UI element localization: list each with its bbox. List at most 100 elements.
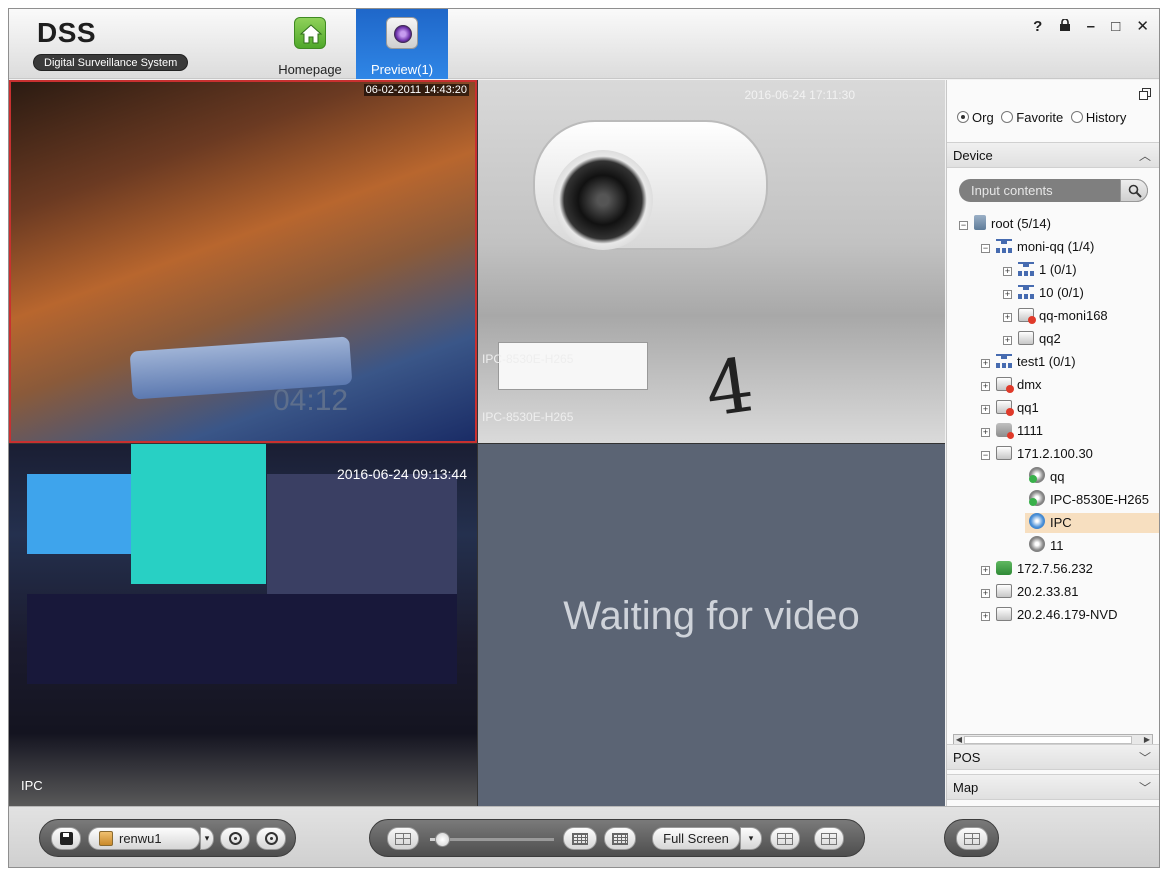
- expand-icon[interactable]: +: [981, 612, 990, 621]
- video-window-3[interactable]: 2016-06-24 09:13:44 IPC: [9, 444, 477, 806]
- layout-slider-knob[interactable]: [435, 832, 450, 847]
- tab-preview[interactable]: Preview(1): [356, 9, 448, 79]
- video-window-1[interactable]: 04:12 06-02-2011 14:43:20: [9, 80, 477, 443]
- accordion-map[interactable]: Map ﹀: [947, 774, 1159, 800]
- video-timestamp-3: 2016-06-24 09:13:44: [337, 466, 467, 482]
- device-icon: [996, 607, 1012, 621]
- device-icon: [996, 446, 1012, 460]
- task-dropdown-button[interactable]: ▾: [200, 827, 214, 850]
- scrollbar-thumb[interactable]: [964, 736, 1132, 744]
- collapse-icon[interactable]: −: [981, 244, 990, 253]
- preview-camera-icon: [386, 17, 418, 49]
- custom-layout-icon: [612, 833, 628, 845]
- tree-node-test1[interactable]: + test1 (0/1): [981, 352, 1076, 372]
- org-group-icon: [996, 239, 1012, 253]
- task-select-button[interactable]: renwu1: [88, 827, 200, 850]
- accordion-device[interactable]: Device ︿: [947, 142, 1159, 168]
- video-channel-label-2a: IPC-8530E-H265: [482, 352, 574, 366]
- fullscreen-dropdown-button[interactable]: ▾: [740, 827, 762, 850]
- minimize-icon[interactable]: –: [1087, 18, 1095, 35]
- tree-node-171-2-100-30[interactable]: − 171.2.100.30: [981, 444, 1093, 464]
- tree-node-channel-ipc-selected[interactable]: IPC: [1025, 513, 1159, 533]
- accordion-pos-label: POS: [953, 750, 981, 765]
- tree-node-label: qq: [1050, 469, 1065, 484]
- tree-node-label: qq2: [1039, 331, 1061, 346]
- expand-icon[interactable]: +: [981, 359, 990, 368]
- expand-icon[interactable]: +: [981, 428, 990, 437]
- expand-icon[interactable]: +: [981, 589, 990, 598]
- expand-icon[interactable]: +: [1003, 313, 1012, 322]
- toolbar-group-task: renwu1 ▾: [39, 819, 296, 857]
- tree-node-root[interactable]: − root (5/14): [959, 214, 1051, 234]
- accordion-pos[interactable]: POS ﹀: [947, 744, 1159, 770]
- tab-preview-label: Preview(1): [370, 62, 434, 77]
- radio-org-label: Org: [972, 110, 994, 125]
- tree-node-dmx[interactable]: + dmx: [981, 375, 1042, 395]
- search-icon: [1128, 184, 1142, 198]
- save-view-button[interactable]: [51, 827, 81, 850]
- expand-icon[interactable]: +: [1003, 267, 1012, 276]
- help-icon[interactable]: ?: [1033, 18, 1042, 35]
- tree-node-qq2[interactable]: + qq2: [1003, 329, 1061, 349]
- radio-favorite-label: Favorite: [1016, 110, 1064, 125]
- chevron-down-icon: ﹀: [1138, 781, 1151, 795]
- layout-grid-button[interactable]: [563, 827, 597, 850]
- tree-node-20-2-33-81[interactable]: +20.2.33.81: [981, 582, 1078, 602]
- device-offline-icon: [996, 400, 1014, 416]
- collapse-icon[interactable]: −: [959, 221, 968, 230]
- share-icon: [821, 833, 837, 845]
- panel-restore-icon[interactable]: [1139, 88, 1151, 103]
- device-offline-icon: [996, 377, 1014, 393]
- tree-node-qq-moni168[interactable]: + qq-moni168: [1003, 306, 1108, 326]
- expand-icon[interactable]: +: [981, 566, 990, 575]
- maximize-icon[interactable]: □: [1111, 18, 1120, 35]
- tree-node-label: 20.2.33.81: [1017, 584, 1079, 599]
- video-window-2[interactable]: 4 2016-06-24 17:11:30 IPC-8530E-H265 IPC…: [478, 80, 945, 443]
- tree-node-172-7-56-232[interactable]: +172.7.56.232: [981, 559, 1093, 579]
- video-wall-button[interactable]: [956, 827, 988, 850]
- tree-node-1[interactable]: +1 (0/1): [1003, 260, 1077, 280]
- radio-history[interactable]: [1070, 111, 1083, 123]
- expand-icon[interactable]: +: [1003, 336, 1012, 345]
- device-tree: − root (5/14) − moni-qq (1/4) +1 (0/1) +10…: [955, 214, 1159, 734]
- fit-window-button[interactable]: [770, 827, 800, 850]
- tree-node-10[interactable]: +10 (0/1): [1003, 283, 1084, 303]
- camera-playing-icon: [1029, 513, 1045, 529]
- video-channel-label-3: IPC: [21, 778, 43, 793]
- org-group-icon: [1018, 285, 1034, 299]
- search-input[interactable]: [959, 179, 1119, 202]
- tree-node-channel-11[interactable]: 11: [1029, 536, 1064, 556]
- expand-icon[interactable]: +: [981, 382, 990, 391]
- tree-node-1111[interactable]: +1111: [981, 421, 1043, 441]
- expand-icon[interactable]: +: [981, 405, 990, 414]
- collapse-icon[interactable]: −: [981, 451, 990, 460]
- tour-settings-button[interactable]: [256, 827, 286, 850]
- tree-node-label: qq-moni168: [1039, 308, 1108, 323]
- tree-node-20-2-46-179-nvd[interactable]: +20.2.46.179-NVD: [981, 605, 1117, 625]
- tour-icon: [228, 832, 242, 845]
- radio-favorite[interactable]: [1001, 111, 1014, 123]
- video-window-4[interactable]: Waiting for video: [478, 444, 945, 806]
- tree-node-channel-ipc-8530e[interactable]: IPC-8530E-H265: [1029, 490, 1149, 510]
- tab-homepage[interactable]: Homepage: [264, 9, 356, 79]
- custom-layout-button[interactable]: [604, 827, 636, 850]
- fullscreen-button[interactable]: Full Screen: [652, 827, 740, 850]
- tree-node-qq1[interactable]: + qq1: [981, 398, 1039, 418]
- search-button[interactable]: [1120, 179, 1148, 202]
- tree-node-channel-qq[interactable]: qq: [1029, 467, 1064, 487]
- tree-node-label: 20.2.46.179-NVD: [1017, 607, 1118, 622]
- video-grid: 04:12 06-02-2011 14:43:20 4 2016-06-24 1…: [9, 80, 945, 806]
- video-channel-label-2b: IPC-8530E-H265: [482, 410, 574, 424]
- close-icon[interactable]: ✕: [1136, 17, 1149, 35]
- lock-icon[interactable]: [1059, 18, 1071, 35]
- device-alarm-offline-icon: [996, 423, 1014, 439]
- waiting-for-video-text: Waiting for video: [563, 594, 860, 638]
- home-icon: [294, 17, 326, 49]
- radio-org[interactable]: [957, 111, 969, 123]
- expand-icon[interactable]: +: [1003, 290, 1012, 299]
- expand-icon: [777, 833, 793, 845]
- tour-start-button[interactable]: [220, 827, 250, 850]
- tree-node-moni-qq[interactable]: − moni-qq (1/4): [981, 237, 1094, 257]
- more-options-button[interactable]: [814, 827, 844, 850]
- layout-4-button[interactable]: [387, 827, 419, 850]
